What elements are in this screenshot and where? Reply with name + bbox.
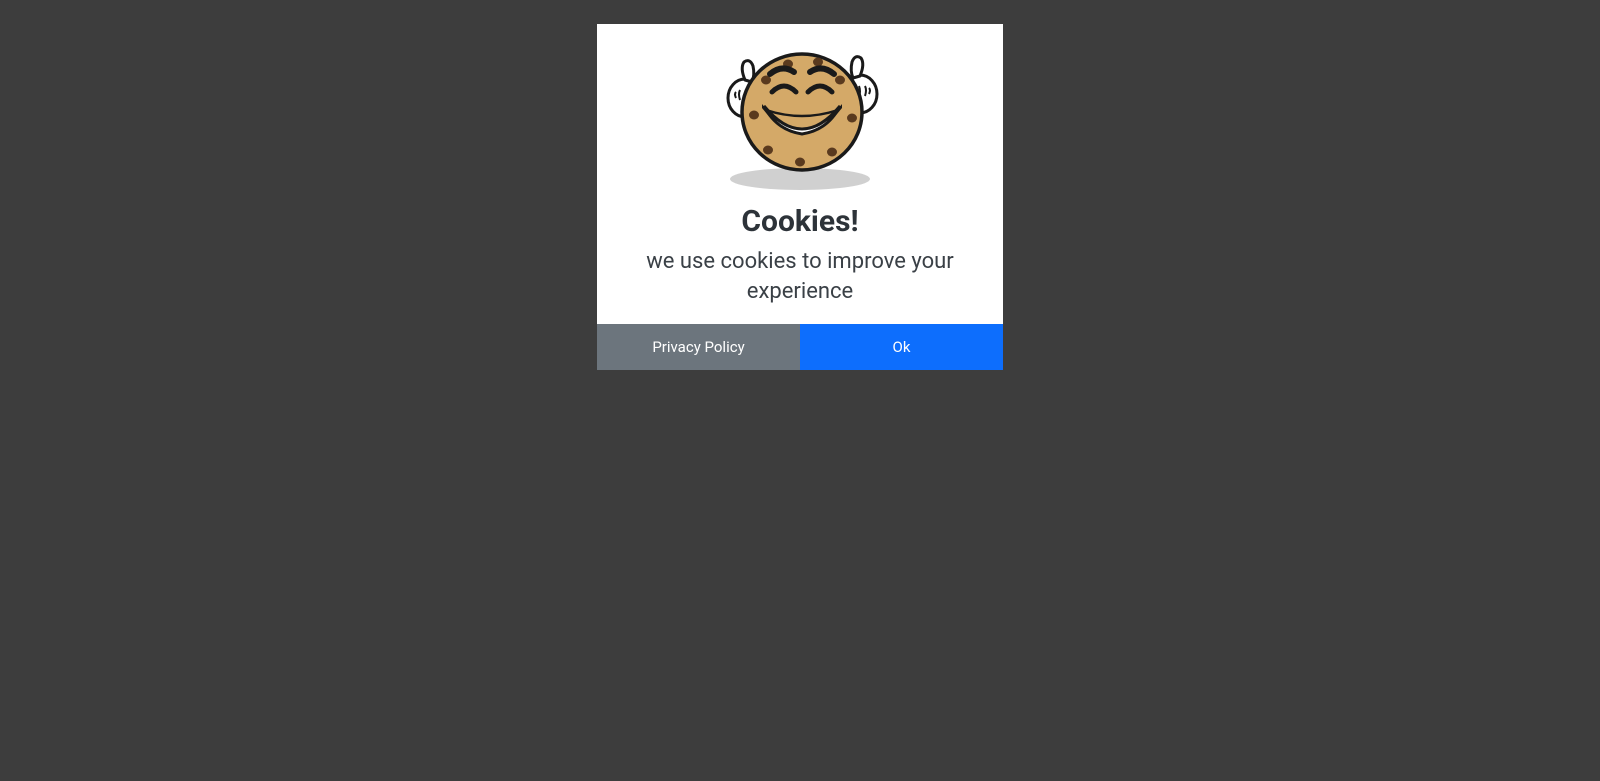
chip xyxy=(835,76,845,85)
cookie-body xyxy=(742,54,862,170)
chip xyxy=(763,146,773,155)
privacy-policy-button[interactable]: Privacy Policy xyxy=(597,324,800,370)
chip xyxy=(813,58,823,67)
modal-footer: Privacy Policy Ok xyxy=(597,324,1003,370)
cookie-svg xyxy=(710,40,890,180)
modal-body: Cookies! we use cookies to improve your … xyxy=(597,24,1003,324)
cookie-character-icon xyxy=(710,40,890,190)
chip xyxy=(847,114,857,123)
modal-description: we use cookies to improve your experienc… xyxy=(621,247,979,306)
ok-button[interactable]: Ok xyxy=(800,324,1003,370)
modal-title: Cookies! xyxy=(741,204,858,239)
chip xyxy=(749,111,759,120)
chip xyxy=(795,158,805,167)
chip xyxy=(827,148,837,157)
cookie-consent-modal: Cookies! we use cookies to improve your … xyxy=(597,24,1003,370)
